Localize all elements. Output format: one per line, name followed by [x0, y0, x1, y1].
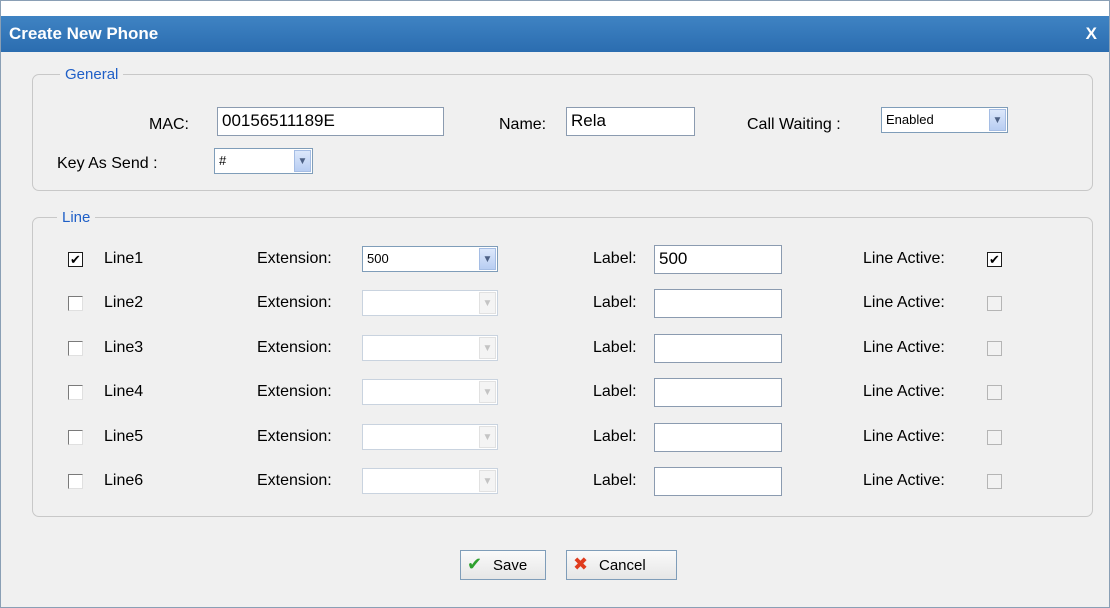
top-strip	[1, 1, 1109, 16]
call-waiting-label: Call Waiting :	[747, 116, 841, 133]
extension-select[interactable]: 500 ▼	[362, 246, 498, 272]
extension-value: 500	[367, 251, 389, 266]
mac-label: MAC:	[149, 116, 189, 133]
line-active-label: Line Active:	[863, 428, 945, 445]
cancel-button[interactable]: ✖ Cancel	[566, 550, 677, 580]
label-input[interactable]	[654, 467, 782, 496]
line-active-checkbox[interactable]	[987, 341, 1002, 356]
line-active-label: Line Active:	[863, 339, 945, 356]
label-label: Label:	[593, 294, 637, 311]
call-waiting-value: Enabled	[886, 112, 934, 127]
cross-icon: ✖	[573, 554, 589, 574]
chevron-down-icon: ▼	[479, 381, 496, 403]
key-as-send-label: Key As Send :	[57, 155, 158, 172]
line-active-label: Line Active:	[863, 383, 945, 400]
extension-select[interactable]: ▼	[362, 290, 498, 316]
extension-label: Extension:	[257, 250, 332, 267]
label-input[interactable]	[654, 378, 782, 407]
save-label: Save	[493, 557, 528, 574]
label-input[interactable]	[654, 334, 782, 363]
chevron-down-icon: ▼	[479, 248, 496, 270]
chevron-down-icon: ▼	[479, 292, 496, 314]
save-button[interactable]: ✔ Save	[460, 550, 546, 580]
extension-select[interactable]: ▼	[362, 379, 498, 405]
extension-label: Extension:	[257, 383, 332, 400]
extension-label: Extension:	[257, 294, 332, 311]
line-active-label: Line Active:	[863, 294, 945, 311]
extension-select[interactable]: ▼	[362, 335, 498, 361]
line-active-label: Line Active:	[863, 250, 945, 267]
create-phone-dialog: Create New Phone X General MAC: 00156511…	[0, 0, 1110, 608]
line-active-checkbox[interactable]: ✔	[987, 252, 1002, 267]
checkmark-icon: ✔	[467, 554, 483, 574]
line-enable-checkbox[interactable]	[68, 385, 83, 400]
line-active-checkbox[interactable]	[987, 430, 1002, 445]
dialog-title: Create New Phone	[9, 24, 159, 43]
label-input[interactable]: 500	[654, 245, 782, 274]
label-input[interactable]	[654, 289, 782, 318]
line-name-label: Line6	[104, 472, 144, 489]
label-label: Label:	[593, 472, 637, 489]
name-input[interactable]: Rela	[566, 107, 695, 136]
extension-label: Extension:	[257, 428, 332, 445]
line-active-checkbox[interactable]	[987, 474, 1002, 489]
line-enable-checkbox[interactable]	[68, 474, 83, 489]
close-icon[interactable]: X	[1086, 24, 1097, 44]
line-name-label: Line4	[104, 383, 144, 400]
label-label: Label:	[593, 383, 637, 400]
line-name-label: Line5	[104, 428, 144, 445]
line-name-label: Line1	[104, 250, 144, 267]
name-label: Name:	[499, 116, 547, 133]
extension-select[interactable]: ▼	[362, 468, 498, 494]
label-label: Label:	[593, 250, 637, 267]
line-name-label: Line2	[104, 294, 144, 311]
key-as-send-select[interactable]: # ▼	[214, 148, 313, 174]
line-active-checkbox[interactable]	[987, 296, 1002, 311]
chevron-down-icon: ▼	[294, 150, 311, 172]
line-active-label: Line Active:	[863, 472, 945, 489]
chevron-down-icon: ▼	[479, 470, 496, 492]
key-as-send-value: #	[219, 153, 227, 168]
line-legend: Line	[62, 209, 91, 226]
label-label: Label:	[593, 428, 637, 445]
extension-select[interactable]: ▼	[362, 424, 498, 450]
line-active-checkbox[interactable]	[987, 385, 1002, 400]
line-enable-checkbox[interactable]	[68, 430, 83, 445]
extension-label: Extension:	[257, 339, 332, 356]
mac-input[interactable]: 00156511189E	[217, 107, 444, 136]
line-enable-checkbox[interactable]: ✔	[68, 252, 83, 267]
line-name-label: Line3	[104, 339, 144, 356]
general-legend: General	[65, 66, 119, 83]
extension-label: Extension:	[257, 472, 332, 489]
cancel-label: Cancel	[599, 557, 646, 574]
title-bar: Create New Phone X	[1, 16, 1109, 52]
chevron-down-icon: ▼	[989, 109, 1006, 131]
label-input[interactable]	[654, 423, 782, 452]
line-enable-checkbox[interactable]	[68, 341, 83, 356]
chevron-down-icon: ▼	[479, 426, 496, 448]
chevron-down-icon: ▼	[479, 337, 496, 359]
call-waiting-select[interactable]: Enabled ▼	[881, 107, 1008, 133]
line-enable-checkbox[interactable]	[68, 296, 83, 311]
label-label: Label:	[593, 339, 637, 356]
